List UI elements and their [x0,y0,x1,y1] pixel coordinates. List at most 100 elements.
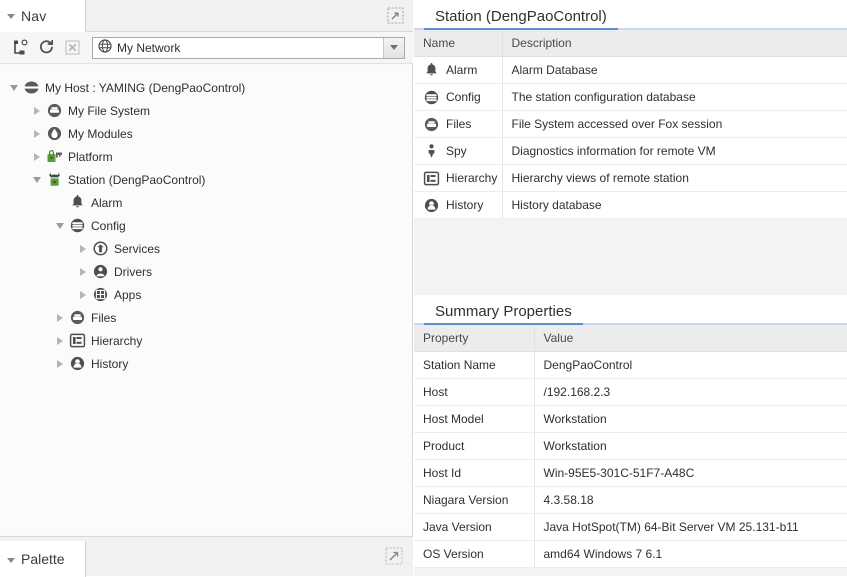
spy-icon [423,143,440,160]
tree-item-label: My File System [68,103,151,118]
row-name-label: Spy [446,144,467,158]
tab-summary-properties-label: Summary Properties [435,303,572,320]
table-row[interactable]: Niagara Version 4.3.58.18 [414,486,847,514]
tree-item-my-modules[interactable]: My Modules [0,122,411,145]
network-selector-combo[interactable]: My Network [92,36,405,59]
filesystem-icon [46,102,63,119]
tree-item-config[interactable]: Config [0,214,411,237]
station-view: Station (DengPaoControl) Name Description… [414,0,847,219]
tree-item-label: Files [91,310,117,325]
palette-tab[interactable]: Palette [0,541,86,577]
twisty-collapsed-icon[interactable] [75,287,91,303]
table-row[interactable]: Spy Diagnostics information for remote VM [414,137,847,165]
table-row[interactable]: Station Name DengPaoControl [414,351,847,379]
nav-tab-label: Nav [21,7,47,24]
twisty-collapsed-icon[interactable] [52,310,68,326]
tab-summary-properties[interactable]: Summary Properties [424,295,583,325]
column-header[interactable]: Value [534,325,847,352]
table-row[interactable]: Host Id Win-95E5-301C-51F7-A48C [414,459,847,487]
chevron-down-icon[interactable] [383,37,404,58]
cell-name: Hierarchy [414,164,503,192]
cell-value: DengPaoControl [534,351,847,379]
tree-item-label: Station (DengPaoControl) [68,172,206,187]
column-header[interactable]: Property [414,325,535,352]
table-row[interactable]: Files File System accessed over Fox sessi… [414,110,847,138]
table-row[interactable]: Alarm Alarm Database [414,56,847,84]
tree-item-station-dengpaocontrol[interactable]: Station (DengPaoControl) [0,168,411,191]
tab-station[interactable]: Station (DengPaoControl) [424,0,618,30]
cell-value: Win-95E5-301C-51F7-A48C [534,459,847,487]
tree-item-services[interactable]: Services [0,237,411,260]
palette-tab-label: Palette [21,551,65,567]
row-name-label: Config [446,90,481,104]
twisty-expanded-icon[interactable] [29,172,45,188]
nav-tree[interactable]: My Host : YAMING (DengPaoControl) My File… [0,65,411,535]
twisty-collapsed-icon[interactable] [75,264,91,280]
nav-tab[interactable]: Nav [0,0,86,32]
refresh-icon[interactable] [34,37,58,59]
cell-description: Hierarchy views of remote station [502,164,847,192]
row-name-label: Files [446,117,472,131]
tree-item-platform[interactable]: Platform [0,145,411,168]
maximize-icon[interactable] [387,7,404,24]
row-name-label: History [446,198,484,212]
services-icon [92,240,109,257]
summary-properties-view: Summary Properties Property Value Station … [414,295,847,568]
close-icon[interactable] [60,37,84,59]
twisty-collapsed-icon[interactable] [29,149,45,165]
column-header[interactable]: Name [414,30,503,57]
tree-item-hierarchy[interactable]: Hierarchy [0,329,411,352]
config-icon [423,89,440,106]
tree-item-alarm[interactable]: Alarm [0,191,411,214]
alarm-bell-icon [69,194,86,211]
column-header[interactable]: Description [502,30,847,57]
table-row[interactable]: Host Model Workstation [414,405,847,433]
table-row[interactable]: Host/192.168.2.3 [414,378,847,406]
cell-property: Host Model [414,405,535,433]
nav-titlebar: Nav [0,0,413,32]
cell-value: Workstation [534,405,847,433]
twisty-expanded-icon[interactable] [6,80,22,96]
table-row[interactable]: Java Version Java HotSpot(TM) 64-Bit Serv… [414,513,847,541]
twisty-collapsed-icon[interactable] [75,241,91,257]
twisty-expanded-icon[interactable] [52,218,68,234]
cell-name: Config [414,83,503,111]
caret-down-icon[interactable] [7,557,15,563]
tree-item-label: Config [91,218,126,233]
files-icon [69,309,86,326]
new-bookmark-icon[interactable] [8,37,32,59]
twisty-collapsed-icon[interactable] [52,356,68,372]
cell-name: Alarm [414,56,503,84]
tree-item-drivers[interactable]: Drivers [0,260,411,283]
cell-property: Java Version [414,513,535,541]
content-pane: Station (DengPaoControl) Name Description… [414,0,847,576]
table-row[interactable]: Hierarchy Hierarchy views of remote stati… [414,164,847,192]
twisty-collapsed-icon[interactable] [29,126,45,142]
tree-item-label: Drivers [114,264,152,279]
caret-down-icon[interactable] [7,14,15,19]
tree-item-label: My Modules [68,126,133,141]
table-row[interactable]: OS Version amd64 Windows 7 6.1 [414,540,847,568]
cell-value: Workstation [534,432,847,460]
table-row[interactable]: History History database [414,191,847,219]
files-icon [423,116,440,133]
table-row[interactable]: Product Workstation [414,432,847,460]
table-row[interactable]: Config The station configuration database [414,83,847,111]
twisty-collapsed-icon[interactable] [29,103,45,119]
cell-description: Alarm Database [502,56,847,84]
tree-item-my-file-system[interactable]: My File System [0,99,411,122]
tree-item-history[interactable]: History [0,352,411,375]
twisty-collapsed-icon[interactable] [52,333,68,349]
tree-item-apps[interactable]: Apps [0,283,411,306]
niagara-workbench-window: Nav My Network My Host: YAMING (DengPao… [0,0,847,577]
tree-item-files[interactable]: Files [0,306,411,329]
network-selector-value: My Network [117,40,181,55]
cell-value: Java HotSpot(TM) 64-Bit Server VM 25.131… [534,513,847,541]
cell-description: File System accessed over Fox session [502,110,847,138]
tree-item-my-host-yaming-dengpaocontrol[interactable]: My Host : YAMING (DengPaoControl) [0,76,411,99]
summary-properties-table[interactable]: Property Value Station Name DengPaoControl H… [414,325,847,568]
station-icon [46,171,63,188]
expand-icon[interactable] [385,547,403,565]
tree-item-label: Hierarchy [91,333,143,348]
station-table[interactable]: Name Description Alarm Alarm Database Config… [414,30,847,219]
